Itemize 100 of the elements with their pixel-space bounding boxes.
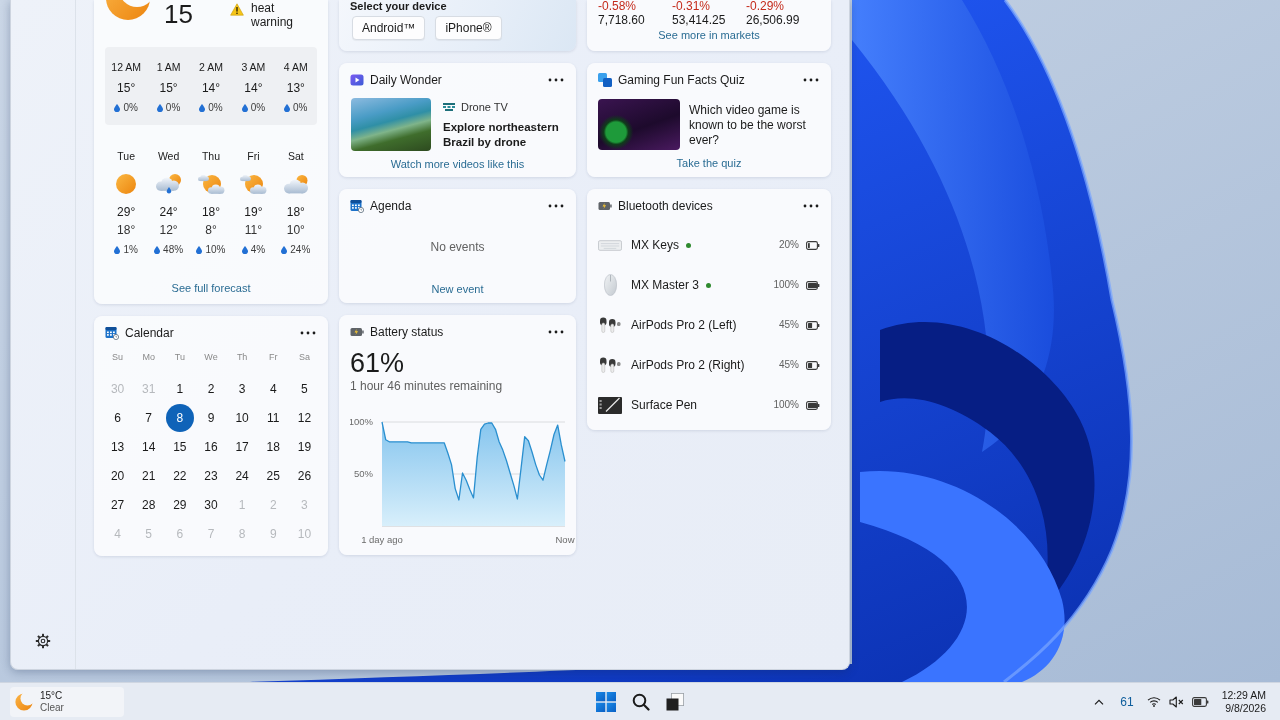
calendar-day[interactable]: 9 [197, 403, 225, 432]
moon-icon [105, 0, 151, 21]
calendar-day[interactable]: 3 [228, 374, 257, 403]
calendar-day[interactable]: 14 [134, 432, 163, 461]
taskbar-weather-button[interactable]: 15°C Clear [10, 686, 124, 717]
calendar-day[interactable]: 13 [103, 432, 132, 461]
calendar-day[interactable]: 16 [197, 432, 225, 461]
forecast-link[interactable]: See full forecast [171, 281, 251, 295]
device-name: AirPods Pro 2 (Left) [631, 318, 737, 332]
device-name: MX Keys [631, 238, 679, 252]
y-axis-label: 50% [354, 468, 373, 480]
battery-level-text: 45% [779, 359, 799, 371]
quiz-link[interactable]: Take the quiz [676, 156, 742, 170]
clock-time[interactable]: 12:29 AM [1221, 688, 1266, 702]
battery-level-text: 45% [779, 319, 799, 331]
high-temperature: 18° [286, 205, 305, 219]
device-button[interactable]: iPhone® [435, 16, 502, 40]
market-value: 53,414.25 [672, 13, 727, 27]
battery-icon [350, 325, 364, 339]
low-temperature: 10° [286, 223, 305, 237]
calendar-day[interactable]: 5 [290, 374, 319, 403]
mouse-icon [603, 274, 617, 296]
device-button[interactable]: Android™ [352, 16, 426, 40]
calendar-day[interactable]: 7 [134, 403, 163, 432]
calendar-day[interactable]: 2 [197, 374, 225, 403]
card-title: Agenda [370, 199, 412, 213]
calendar-day[interactable]: 4 [259, 374, 288, 403]
market-change: -0.31% [672, 0, 712, 13]
card-title: Daily Wonder [370, 73, 442, 87]
battery-icon [806, 280, 820, 290]
clock-date[interactable]: 9/8/2026 [1225, 701, 1266, 715]
y-axis-label: 100% [350, 416, 373, 428]
precipitation-chance: 0% [250, 101, 266, 115]
high-temperature: 29° [117, 205, 136, 219]
weekday-label: Fr [269, 351, 278, 363]
new-event-link[interactable]: New event [431, 282, 484, 296]
calendar-day[interactable]: 6 [103, 403, 132, 432]
card-title: Gaming Fun Facts Quiz [618, 73, 745, 87]
rain-cloud-icon [154, 173, 183, 195]
calendar-day[interactable]: 17 [228, 432, 257, 461]
raindrop-icon [199, 104, 206, 112]
calendar-day[interactable]: 19 [290, 432, 319, 461]
calendar-day[interactable]: 29 [165, 490, 194, 519]
calendar-day[interactable]: 27 [103, 490, 132, 519]
video-headline[interactable]: Explore northeastern Brazil by drone [443, 120, 570, 150]
calendar-day[interactable]: 12 [290, 403, 319, 432]
hour-label: 1 AM [156, 60, 181, 74]
calendar-day[interactable]: 22 [165, 461, 194, 490]
sun-cloud-icon [197, 173, 225, 195]
calendar-day[interactable]: 10 [228, 403, 257, 432]
battery-icon [598, 199, 612, 213]
more-icon[interactable] [548, 204, 564, 208]
raindrop-icon [114, 104, 121, 112]
source-name: Drone TV [461, 100, 508, 114]
tray-indicator[interactable]: 61 [1120, 692, 1134, 711]
more-icon[interactable] [803, 204, 819, 208]
calendar-day[interactable]: 23 [197, 461, 225, 490]
battery-icon [806, 360, 820, 370]
precipitation-chance: 10% [205, 243, 226, 257]
markets-link[interactable]: See more in markets [658, 28, 760, 42]
calendar-day[interactable]: 15 [165, 432, 194, 461]
keyboard-icon [598, 239, 622, 251]
calendar-day[interactable]: 20 [103, 461, 132, 490]
raindrop-icon [156, 104, 163, 112]
calendar-day[interactable]: 24 [228, 461, 257, 490]
wifi-icon[interactable] [1146, 696, 1161, 707]
calendar-day[interactable]: 21 [134, 461, 163, 490]
calendar-day[interactable]: 28 [134, 490, 163, 519]
earbuds-icon [599, 357, 621, 373]
weekday-label: Tu [174, 351, 185, 363]
calendar-day[interactable]: 11 [259, 403, 288, 432]
market-change: -0.29% [746, 0, 786, 13]
precipitation-chance: 4% [250, 243, 266, 257]
volume-muted-icon[interactable] [1168, 695, 1184, 708]
calendar-day[interactable]: 30 [197, 490, 225, 519]
calendar-day[interactable]: 25 [259, 461, 288, 490]
calendar-day[interactable]: 18 [259, 432, 288, 461]
battery-icon [806, 240, 820, 250]
more-icon[interactable] [548, 78, 564, 82]
weekday-label: Su [112, 351, 124, 363]
hour-temperature: 15° [159, 81, 178, 95]
day-label: Fri [247, 149, 260, 163]
search-icon[interactable] [632, 692, 650, 711]
warning-icon [230, 3, 244, 16]
raindrop-icon [241, 104, 248, 112]
more-icon[interactable] [803, 78, 819, 82]
start-icon[interactable] [596, 691, 616, 712]
hour-label: 12 AM [111, 60, 142, 74]
low-temperature: 12° [159, 223, 178, 237]
weekday-label: Sa [298, 351, 310, 363]
settings-icon[interactable] [35, 633, 51, 649]
high-temperature: 19° [244, 205, 263, 219]
chevron-up-icon[interactable] [1094, 698, 1105, 705]
calendar-day[interactable]: 1 [165, 374, 194, 403]
calendar-day[interactable]: 8 [165, 403, 194, 432]
more-icon[interactable] [548, 330, 564, 334]
task-view-icon[interactable] [666, 692, 684, 711]
more-icon[interactable] [300, 331, 316, 335]
calendar-day[interactable]: 26 [290, 461, 319, 490]
more-videos-link[interactable]: Watch more videos like this [390, 157, 525, 171]
